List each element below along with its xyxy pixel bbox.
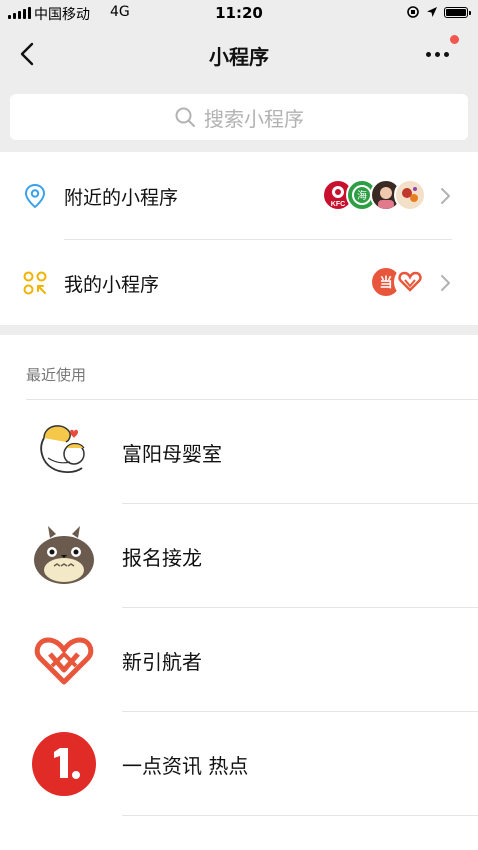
dang-text: 当 bbox=[379, 275, 392, 291]
location-pin-icon bbox=[24, 183, 46, 209]
my-label: 我的小程序 bbox=[64, 274, 160, 296]
more-button[interactable] bbox=[424, 35, 459, 68]
my-mini-programs-row[interactable]: 我的小程序 当 bbox=[0, 240, 478, 326]
hai-text: 海 bbox=[357, 189, 367, 202]
search-area: 搜索小程序 bbox=[0, 82, 478, 152]
search-input[interactable]: 搜索小程序 bbox=[10, 94, 468, 140]
search-icon bbox=[175, 107, 195, 127]
kfc-text: KFC bbox=[331, 201, 345, 208]
row-divider bbox=[122, 815, 478, 816]
food-thumbnail bbox=[394, 179, 426, 211]
my-thumbnails: 当 bbox=[370, 266, 426, 298]
app-name: 新引航者 bbox=[122, 650, 202, 674]
status-bar: 中国移动 4G 11:20 bbox=[0, 0, 478, 26]
battery-icon bbox=[444, 6, 471, 18]
notification-dot bbox=[450, 35, 459, 44]
xinyinhang-thumbnail bbox=[394, 266, 426, 298]
more-dots-icon bbox=[426, 52, 449, 57]
app-name: 富阳母婴室 bbox=[122, 442, 222, 466]
section-gap bbox=[0, 325, 478, 335]
recent-app-row[interactable]: 一点资讯 热点 bbox=[0, 712, 478, 816]
nearby-thumbnails: KFC 海 bbox=[322, 179, 426, 211]
chevron-right-icon bbox=[441, 275, 450, 291]
chevron-right-icon bbox=[441, 188, 450, 204]
recent-app-row[interactable]: 报名接龙 bbox=[0, 504, 478, 608]
app-name: 报名接龙 bbox=[122, 546, 202, 570]
yidian-logo-icon bbox=[32, 732, 96, 796]
xinyinhang-logo-icon bbox=[34, 637, 94, 685]
nearby-mini-programs-row[interactable]: 附近的小程序 KFC 海 bbox=[0, 153, 478, 239]
grid-circles-icon bbox=[23, 271, 47, 295]
app-name: 一点资讯 热点 bbox=[122, 754, 249, 778]
mother-baby-logo-icon bbox=[40, 425, 85, 474]
nearby-label: 附近的小程序 bbox=[64, 187, 179, 209]
totoro-logo-icon bbox=[34, 526, 94, 584]
nav-bar: 小程序 bbox=[0, 26, 478, 82]
page-title: 小程序 bbox=[209, 45, 269, 69]
search-placeholder: 搜索小程序 bbox=[204, 106, 304, 131]
recent-app-row[interactable]: 新引航者 bbox=[0, 608, 478, 712]
recent-app-row[interactable]: 富阳母婴室 bbox=[0, 400, 478, 504]
orientation-lock-icon bbox=[407, 6, 419, 18]
recent-section-title: 最近使用 bbox=[26, 366, 87, 384]
location-arrow-icon bbox=[427, 7, 437, 17]
